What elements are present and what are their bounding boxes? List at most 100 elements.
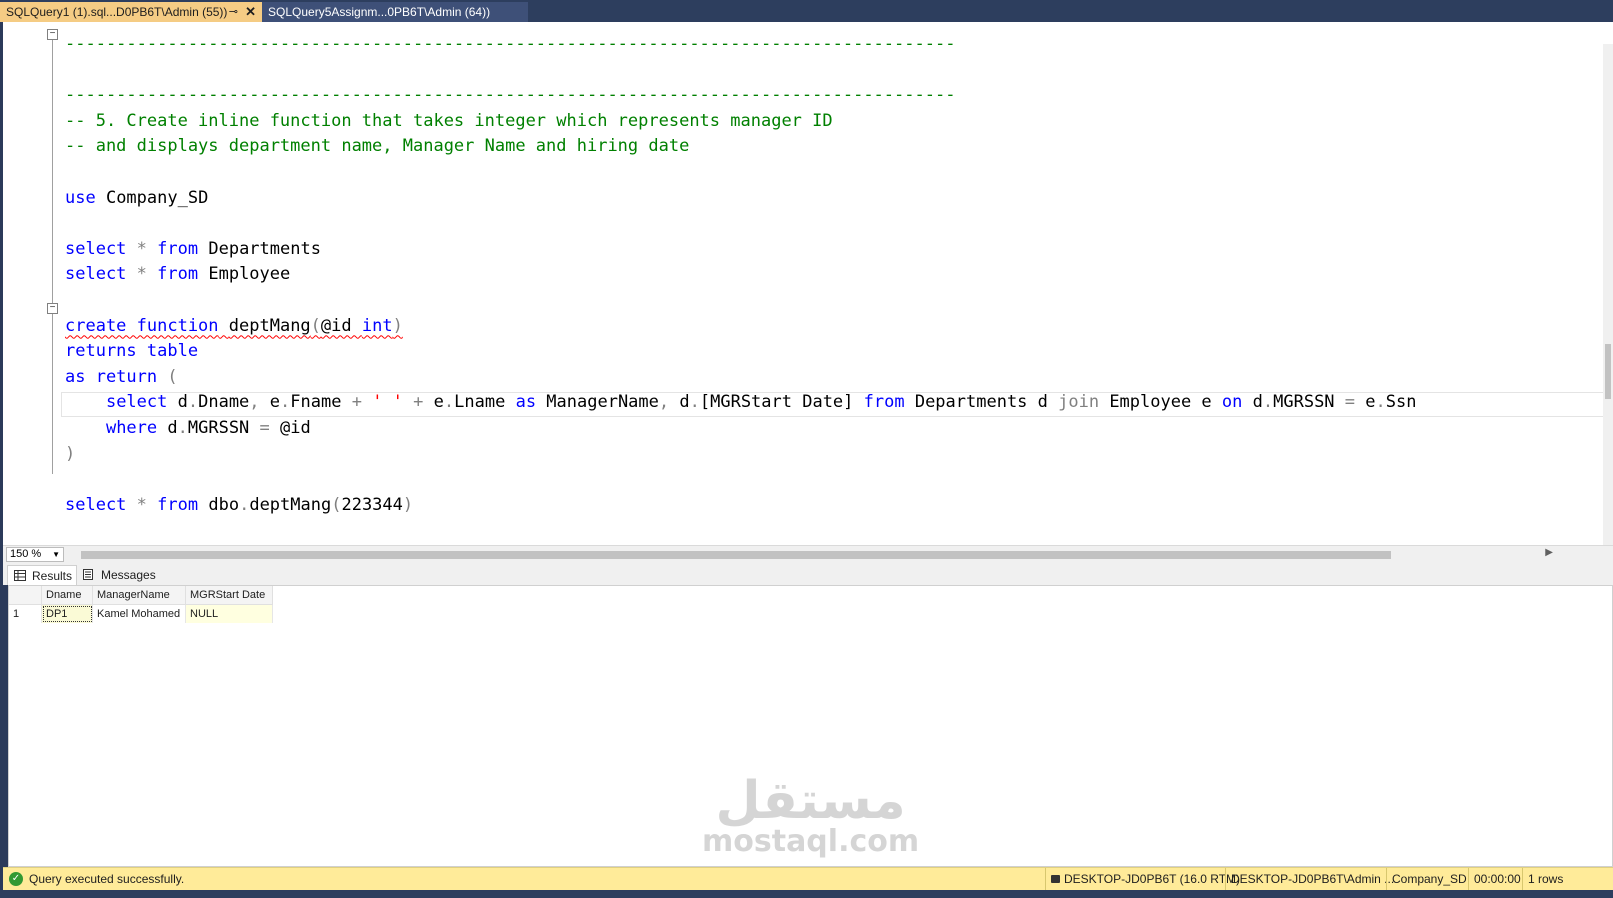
code-token: ) <box>65 443 76 464</box>
collapse-icon[interactable]: − <box>47 303 58 314</box>
code-text[interactable]: ----------------------------------------… <box>65 32 1416 518</box>
code-token: use <box>65 187 96 208</box>
cell-dname[interactable]: DP1 <box>41 604 93 623</box>
lock-icon <box>1051 875 1060 883</box>
code-token: from <box>157 264 199 285</box>
code-line[interactable]: select d.Dname, e.Fname + ' ' + e.Lname … <box>65 390 1417 416</box>
tab-results-label: Results <box>32 569 73 583</box>
code-token: Ssn <box>1385 392 1417 413</box>
chevron-down-icon: ▼ <box>52 550 60 559</box>
code-line[interactable]: ​ <box>65 160 1416 186</box>
column-header-dname[interactable]: Dname <box>41 586 93 605</box>
cell-mgrstart-date[interactable]: NULL <box>185 604 273 623</box>
code-token: . <box>1262 392 1274 413</box>
code-token: e <box>259 392 281 413</box>
code-token: deptMang <box>228 315 311 336</box>
code-token: select <box>105 392 168 413</box>
tab-results[interactable]: Results <box>7 565 77 585</box>
code-line[interactable]: returns table <box>65 339 1416 365</box>
code-token: ( <box>331 494 342 515</box>
outline-guide <box>52 34 53 474</box>
code-line[interactable]: ​ <box>65 467 1416 493</box>
code-token: Lname <box>454 392 516 413</box>
code-line[interactable]: ----------------------------------------… <box>65 32 1416 58</box>
code-token: 223344 <box>341 494 403 515</box>
code-token: select <box>65 494 127 515</box>
code-token: Fname <box>290 392 352 413</box>
code-token: ) <box>402 494 414 515</box>
code-token: . <box>280 392 291 413</box>
code-token: + <box>351 392 362 413</box>
results-tab-strip: Results Messages <box>3 563 1613 585</box>
code-token: [MGRStart Date] <box>699 392 864 413</box>
collapse-icon[interactable]: − <box>47 29 58 40</box>
horizontal-scroll-thumb[interactable] <box>81 551 1391 559</box>
code-token: ManagerName <box>536 392 659 413</box>
vertical-scrollbar[interactable] <box>1603 44 1613 567</box>
row-number-header <box>9 586 42 605</box>
pin-icon[interactable]: ⊸ <box>229 2 238 22</box>
tab-sqlquery5[interactable]: SQLQuery5Assignm...0PB6T\Admin (64)) <box>262 2 528 22</box>
code-line[interactable]: ----------------------------------------… <box>65 83 1416 109</box>
code-token: @id <box>269 417 311 438</box>
status-login: DESKTOP-JD0PB6T\Admin ... <box>1225 868 1399 890</box>
code-token: where <box>105 417 158 438</box>
success-check-icon: ✓ <box>9 872 23 886</box>
messages-icon <box>83 569 93 580</box>
code-line[interactable]: where d.MGRSSN = @id <box>65 416 1416 442</box>
status-bar: ✓ Query executed successfully. DESKTOP-J… <box>3 867 1613 891</box>
column-header-managername[interactable]: ManagerName <box>92 586 186 605</box>
watermark-arabic: مستقل <box>715 771 906 831</box>
zoom-select[interactable]: 150 % ▼ <box>6 547 64 562</box>
code-token: + <box>413 392 424 413</box>
table-row[interactable]: 1 DP1 Kamel Mohamed NULL <box>9 604 273 623</box>
code-token: ----------------------------------------… <box>65 34 956 54</box>
status-rows: 1 rows <box>1522 868 1568 890</box>
code-line[interactable]: use Company_SD <box>65 186 1416 212</box>
status-database: Company_SD <box>1386 868 1472 890</box>
row-number[interactable]: 1 <box>9 604 42 623</box>
code-token: d <box>669 392 690 413</box>
code-line[interactable]: create function deptMang(@id int) <box>65 314 1416 340</box>
zoom-value: 150 % <box>10 548 42 560</box>
code-token: deptMang <box>249 494 332 515</box>
code-token: MGRSSN <box>187 417 260 438</box>
code-token: = <box>1344 392 1356 413</box>
tab-sqlquery1[interactable]: SQLQuery1 (1).sql...D0PB6T\Admin (55)) ⊸… <box>0 2 262 22</box>
watermark: مستقل mostaql.com <box>702 775 919 857</box>
code-token: -- 5. Create inline function that takes … <box>65 110 833 131</box>
code-token: as <box>515 392 537 413</box>
code-token: select <box>65 264 127 285</box>
code-line[interactable]: ​ <box>65 211 1416 237</box>
column-header-mgrstart-date[interactable]: MGRStart Date <box>185 586 273 605</box>
scroll-right-icon[interactable]: ▶ <box>1545 547 1553 558</box>
code-line[interactable]: -- and displays department name, Manager… <box>65 134 1416 160</box>
code-token: , <box>249 392 260 413</box>
tab-messages[interactable]: Messages <box>77 565 161 585</box>
code-line[interactable]: ​ <box>65 288 1416 314</box>
code-token: ' ' <box>372 392 403 413</box>
tab-label: SQLQuery1 (1).sql...D0PB6T\Admin (55)) <box>6 5 228 19</box>
code-token: MGRSSN <box>1273 392 1345 413</box>
scroll-thumb[interactable] <box>1605 344 1611 399</box>
cell-managername[interactable]: Kamel Mohamed <box>92 604 186 623</box>
code-line[interactable]: select * from Departments <box>65 237 1416 263</box>
code-token: from <box>863 392 905 413</box>
code-line[interactable]: select * from dbo.deptMang(223344) <box>65 493 1416 519</box>
close-icon[interactable]: ✕ <box>245 2 256 22</box>
code-line[interactable]: -- 5. Create inline function that takes … <box>65 109 1416 135</box>
code-line[interactable]: ​ <box>65 58 1416 84</box>
code-token: . <box>177 417 188 438</box>
status-elapsed: 00:00:00 <box>1468 868 1526 890</box>
grid-icon <box>14 570 26 581</box>
code-line[interactable]: as return ( <box>65 365 1416 391</box>
code-token: Dname <box>198 392 250 413</box>
code-line[interactable]: ) <box>65 442 1416 468</box>
tab-messages-label: Messages <box>101 568 156 582</box>
code-line[interactable]: select * from Employee <box>65 262 1416 288</box>
query-editor[interactable]: − − ------------------------------------… <box>3 22 1613 567</box>
code-token: dbo <box>198 494 240 515</box>
